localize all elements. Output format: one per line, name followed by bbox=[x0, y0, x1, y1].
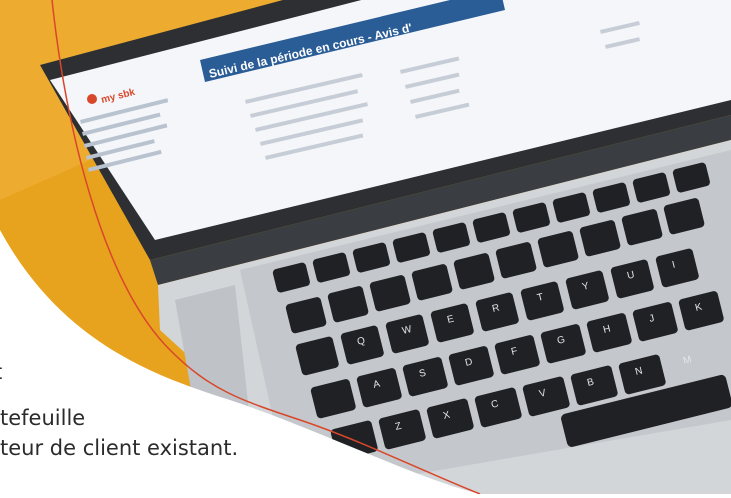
caption-line-3: teur de client existant. bbox=[0, 436, 239, 460]
logo-icon bbox=[87, 94, 97, 104]
laptop-photo: Suivi de la période en cours - Avis d' m… bbox=[0, 0, 731, 495]
photo-scene: Suivi de la période en cours - Avis d' m… bbox=[0, 0, 731, 495]
caption-line-2: tefeuille bbox=[0, 406, 86, 430]
caption-line-1: t bbox=[0, 360, 2, 384]
